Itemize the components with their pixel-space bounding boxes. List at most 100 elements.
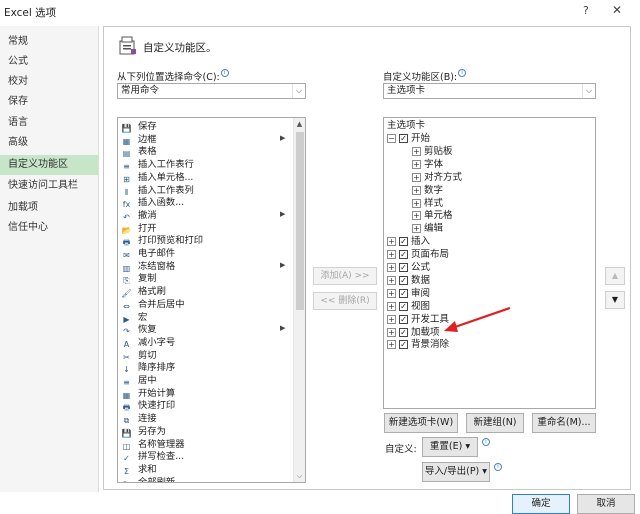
nav-language[interactable]: 语言 bbox=[0, 113, 98, 133]
tab-checkbox[interactable]: ✓ bbox=[399, 275, 408, 285]
tab-checkbox[interactable]: ✓ bbox=[399, 250, 408, 260]
expand-icon[interactable]: + bbox=[387, 237, 396, 247]
tree-item[interactable]: + ✓ 页面布局 bbox=[387, 248, 449, 261]
commands-scrollbar[interactable]: ▲ ⌵ bbox=[293, 118, 305, 482]
tree-item[interactable]: + ✓ 加载项 bbox=[387, 326, 440, 339]
command-item[interactable]: ▥ 冻结窗格 bbox=[121, 260, 175, 273]
tree-item[interactable]: + ✓ 数据 bbox=[387, 274, 430, 287]
command-item[interactable]: 💾 另存为 bbox=[121, 425, 166, 438]
chevron-down-icon[interactable]: ⌵ bbox=[582, 84, 595, 98]
new-group-button[interactable]: 新建组(N) bbox=[466, 413, 524, 433]
nav-addins[interactable]: 加载项 bbox=[0, 198, 98, 218]
tree-item[interactable]: + 剪贴板 bbox=[412, 145, 453, 158]
command-item[interactable]: ↻ 全部刷新 bbox=[121, 476, 175, 482]
expand-icon[interactable]: + bbox=[412, 198, 421, 208]
expand-icon[interactable]: + bbox=[387, 288, 396, 298]
command-item[interactable]: ↓ 降序排序 bbox=[121, 361, 175, 374]
expand-icon[interactable]: + bbox=[387, 250, 396, 260]
expand-icon[interactable]: + bbox=[387, 340, 396, 350]
tab-checkbox[interactable]: ✓ bbox=[399, 314, 408, 324]
command-item[interactable]: ↶ 撤消 bbox=[121, 209, 156, 222]
expand-icon[interactable]: + bbox=[412, 224, 421, 234]
command-item[interactable]: ⧉ 连接 bbox=[121, 412, 157, 425]
move-down-button[interactable]: ▼ bbox=[605, 291, 625, 309]
tree-item[interactable]: − ✓ 开始 bbox=[387, 132, 430, 145]
ok-button[interactable]: 确定 bbox=[512, 494, 570, 514]
rename-button[interactable]: 重命名(M)... bbox=[532, 413, 596, 433]
tree-item[interactable]: + ✓ 插入 bbox=[387, 235, 430, 248]
scroll-thumb[interactable] bbox=[296, 132, 304, 310]
command-item[interactable]: ⊞ 插入单元格... bbox=[121, 171, 193, 184]
ribbon-tree[interactable]: 主选项卡 − ✓ 开始 + 剪贴板 + 字体 + 对齐方式 + 数字 + 样式 + 单元格 + 编辑 + ✓ 插入 + ✓… bbox=[383, 117, 596, 409]
move-up-button[interactable]: ▲ bbox=[605, 267, 625, 285]
tree-item[interactable]: + ✓ 视图 bbox=[387, 300, 430, 313]
command-item[interactable]: ↷ 恢复 bbox=[121, 323, 156, 336]
cancel-button[interactable]: 取消 bbox=[577, 494, 635, 514]
expand-icon[interactable]: + bbox=[412, 159, 421, 169]
help-button[interactable]: ? bbox=[583, 4, 589, 17]
command-item[interactable]: ✂ 剪切 bbox=[121, 349, 156, 362]
scroll-down-icon[interactable]: ⌵ bbox=[294, 470, 305, 482]
command-item[interactable]: ▦ 开始计算 bbox=[121, 387, 175, 400]
tree-item[interactable]: + ✓ 背景消除 bbox=[387, 338, 449, 351]
command-item[interactable]: ⎘ 复制 bbox=[121, 272, 156, 285]
nav-formulas[interactable]: 公式 bbox=[0, 52, 98, 72]
command-item[interactable]: 🖌 格式刷 bbox=[121, 285, 165, 298]
tab-checkbox[interactable]: ✓ bbox=[399, 237, 408, 247]
command-item[interactable]: ✉ 电子邮件 bbox=[121, 247, 175, 260]
tree-item[interactable]: + 字体 bbox=[412, 158, 443, 171]
expand-icon[interactable]: + bbox=[387, 263, 396, 272]
nav-proofing[interactable]: 校对 bbox=[0, 72, 98, 92]
nav-general[interactable]: 常规 bbox=[0, 32, 98, 52]
tree-item[interactable]: + 数字 bbox=[412, 184, 443, 197]
nav-customize-ribbon[interactable]: 自定义功能区 bbox=[0, 155, 98, 175]
command-item[interactable]: 💾 保存 bbox=[121, 120, 157, 133]
chevron-down-icon[interactable]: ⌵ bbox=[292, 84, 305, 98]
expand-icon[interactable]: + bbox=[412, 172, 421, 182]
command-item[interactable]: A 减小字号 bbox=[121, 336, 175, 349]
command-item[interactable]: 🖶 打印预览和打印 bbox=[121, 234, 203, 247]
nav-save[interactable]: 保存 bbox=[0, 92, 98, 112]
tree-item[interactable]: + ✓ 审阅 bbox=[387, 287, 430, 300]
import-export-button[interactable]: 导入/导出(P) ▾ bbox=[422, 462, 490, 482]
remove-button[interactable]: << 删除(R) bbox=[313, 292, 377, 310]
commands-list[interactable]: ▲ ⌵ 💾 保存 ▦ 边框 ▶ ▤ 表格 ≡ 插入工作表行 ⊞ 插入单元格... ⫴ 插入工作表列 fx 插… bbox=[117, 117, 306, 483]
collapse-icon[interactable]: − bbox=[387, 134, 396, 143]
command-item[interactable]: ≡ 居中 bbox=[121, 374, 156, 387]
tree-item[interactable]: + 编辑 bbox=[412, 222, 443, 235]
command-item[interactable]: 📂 打开 bbox=[121, 222, 157, 235]
expand-icon[interactable]: + bbox=[412, 185, 421, 195]
tab-checkbox[interactable]: ✓ bbox=[399, 301, 408, 311]
tree-item[interactable]: + 单元格 bbox=[412, 209, 453, 222]
tab-checkbox[interactable]: ✓ bbox=[399, 340, 408, 350]
reset-button[interactable]: 重置(E) ▾ bbox=[422, 437, 478, 457]
command-item[interactable]: ◫ 名称管理器 bbox=[121, 438, 185, 451]
nav-advanced[interactable]: 高级 bbox=[0, 133, 98, 153]
tree-item[interactable]: + ✓ 开发工具 bbox=[387, 313, 449, 326]
scroll-up-icon[interactable]: ▲ bbox=[294, 118, 305, 130]
command-item[interactable]: ▶ 宏 bbox=[121, 311, 147, 324]
choose-commands-combo[interactable]: 常用命令 ⌵ bbox=[117, 83, 306, 99]
command-item[interactable]: ✓ 拼写检查... bbox=[121, 450, 184, 463]
tab-checkbox[interactable]: ✓ bbox=[399, 134, 408, 143]
command-item[interactable]: Σ 求和 bbox=[121, 463, 157, 476]
nav-quick-access-toolbar[interactable]: 快速访问工具栏 bbox=[0, 176, 98, 196]
command-item[interactable]: 🖶 快速打印 bbox=[121, 399, 175, 412]
nav-trust-center[interactable]: 信任中心 bbox=[0, 218, 98, 238]
tab-checkbox[interactable]: ✓ bbox=[399, 327, 408, 337]
expand-icon[interactable]: + bbox=[387, 327, 396, 337]
expand-icon[interactable]: + bbox=[412, 211, 421, 221]
tab-checkbox[interactable]: ✓ bbox=[399, 288, 408, 298]
command-item[interactable]: ⫴ 插入工作表列 bbox=[121, 184, 194, 197]
close-button[interactable]: ✕ bbox=[612, 3, 622, 17]
command-item[interactable]: ⇔ 合并后居中 bbox=[121, 298, 184, 311]
tree-item[interactable]: + 对齐方式 bbox=[412, 171, 462, 184]
tree-item[interactable]: + ✓ 公式 bbox=[387, 261, 430, 274]
tab-checkbox[interactable]: ✓ bbox=[399, 263, 408, 272]
expand-icon[interactable]: + bbox=[387, 314, 396, 324]
expand-icon[interactable]: + bbox=[387, 301, 396, 311]
command-item[interactable]: ▦ 边框 bbox=[121, 133, 157, 146]
expand-icon[interactable]: + bbox=[412, 146, 421, 156]
add-button[interactable]: 添加(A) >> bbox=[313, 267, 377, 285]
new-tab-button[interactable]: 新建选项卡(W) bbox=[384, 413, 458, 433]
